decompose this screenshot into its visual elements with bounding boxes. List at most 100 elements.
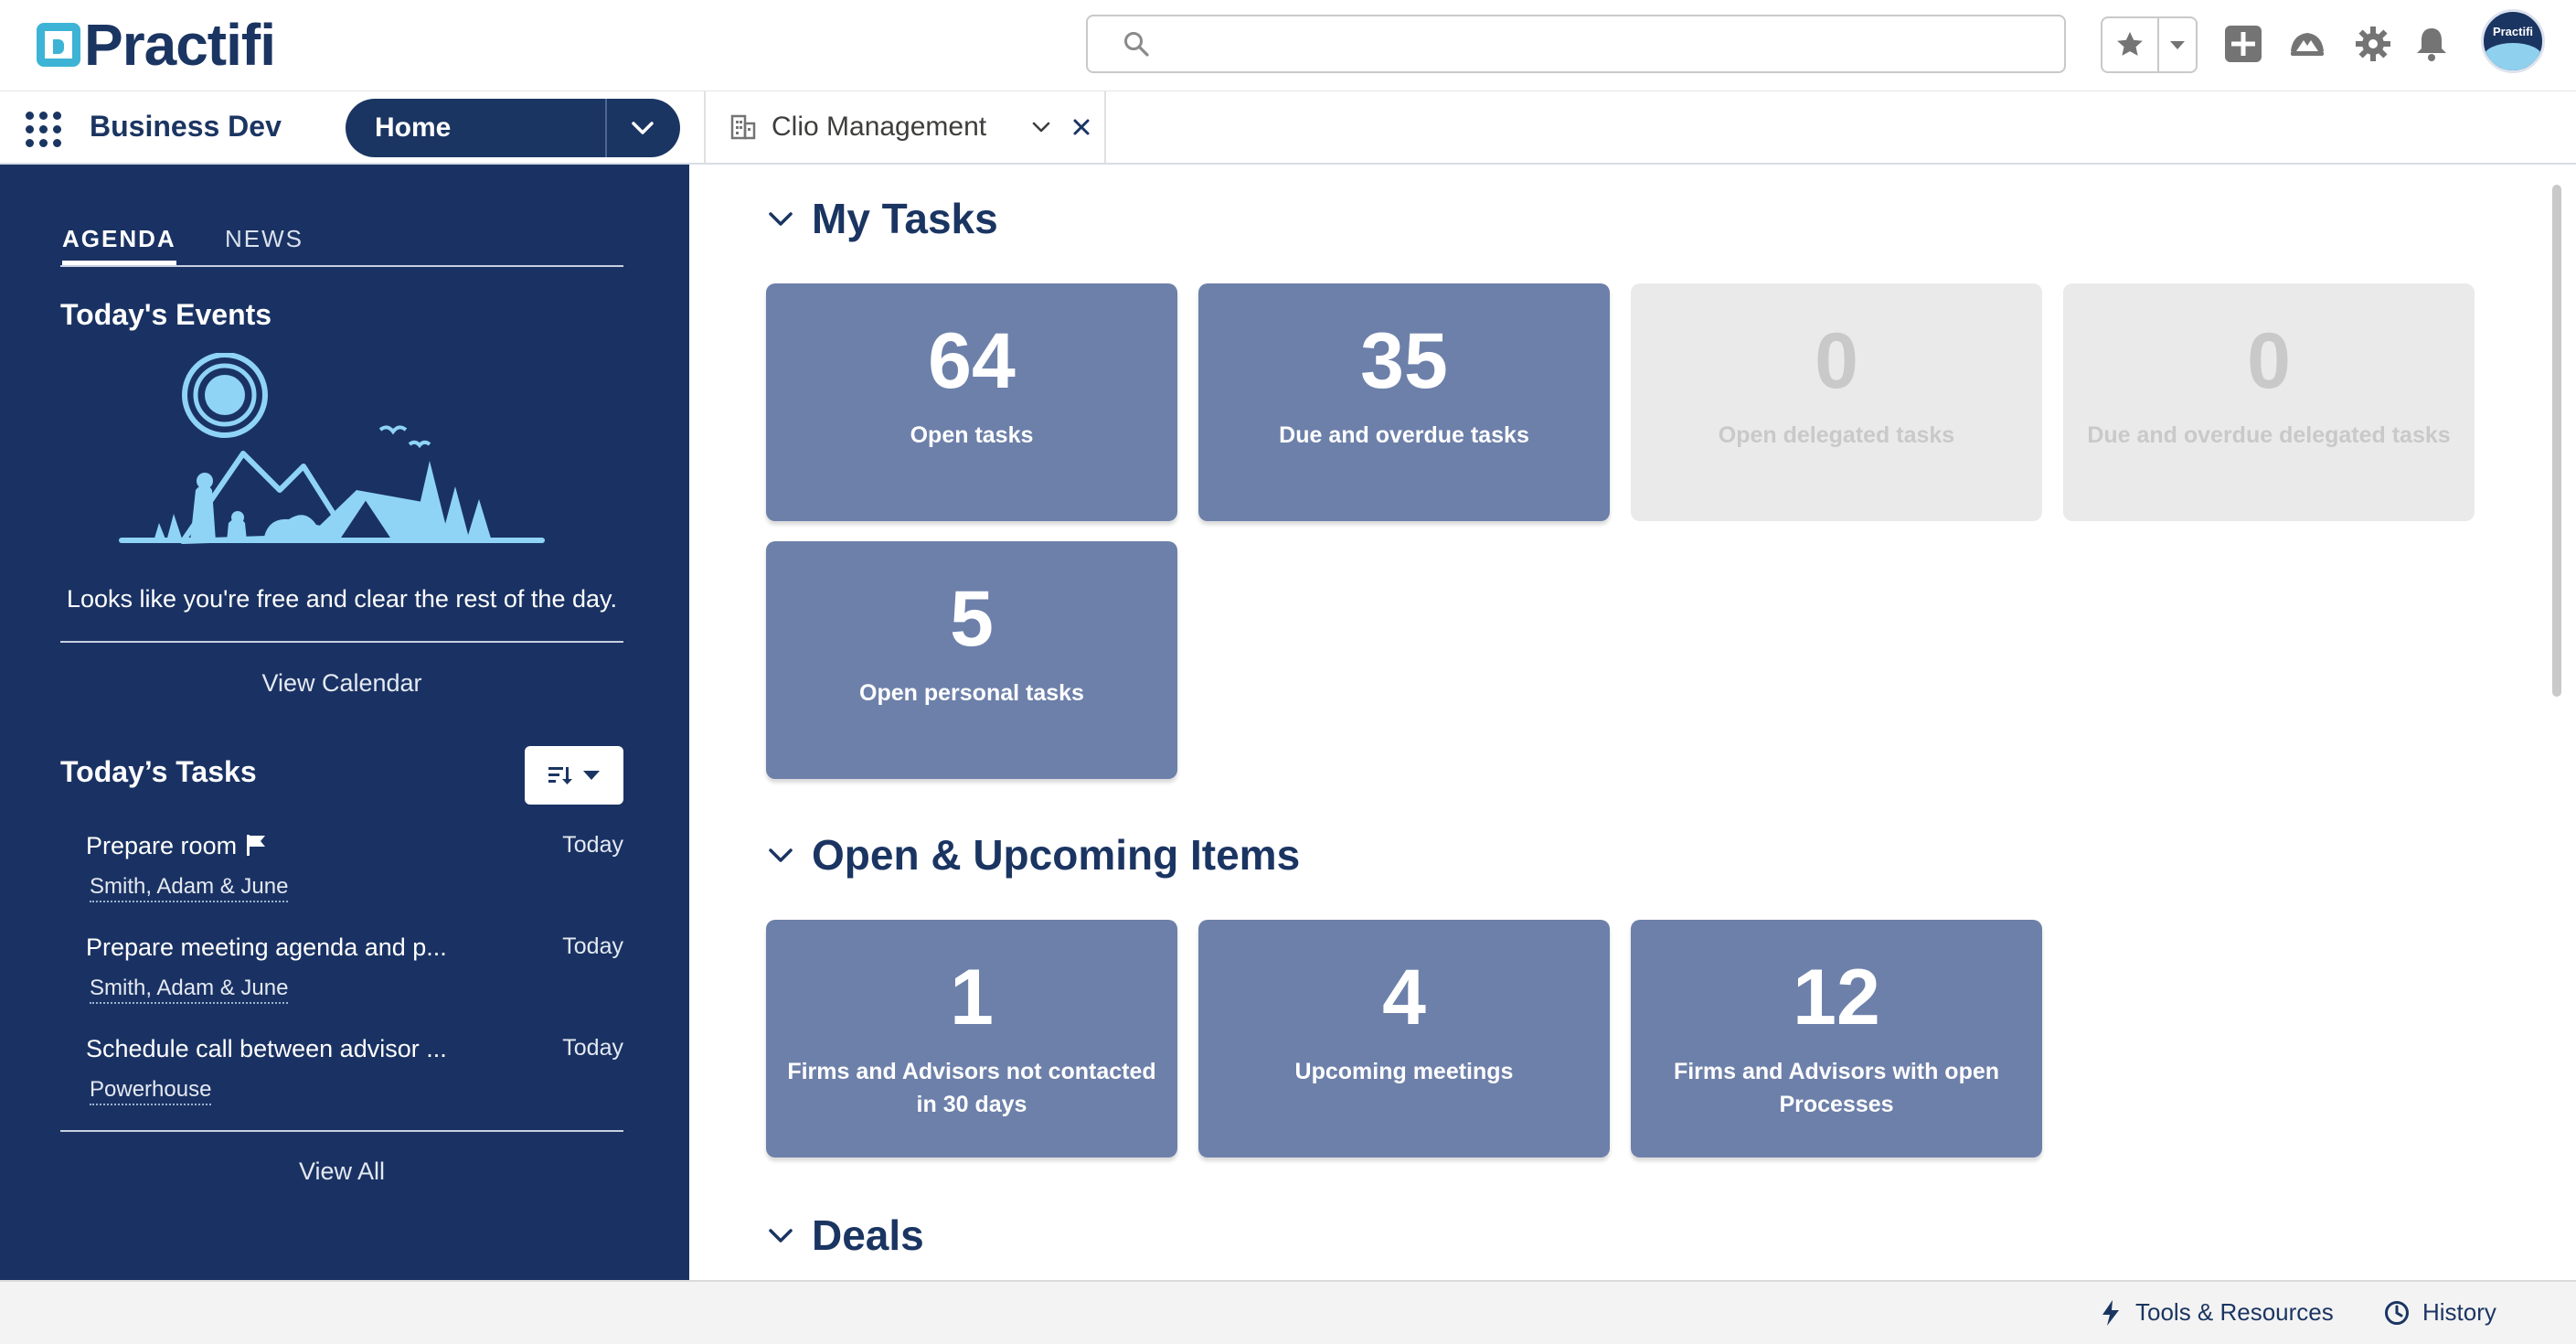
section-deals[interactable]: Deals [766,1211,924,1260]
task-item[interactable]: Prepare meeting agenda and p... Today Sm… [86,933,623,1007]
history-label[interactable]: History [2422,1298,2496,1327]
tile-value: 1 [950,954,994,1041]
task-related-link[interactable]: Smith, Adam & June [90,874,289,902]
search-icon [1124,32,1149,57]
avatar[interactable]: Practifi [2481,9,2545,73]
chevron-down-icon [769,1229,793,1243]
chevron-down-icon [769,212,793,226]
task-related-link[interactable]: Smith, Adam & June [90,976,289,1004]
avatar-wave [2484,43,2542,70]
tile-value: 0 [2247,317,2291,405]
tile-label: Open personal tasks [859,680,1084,706]
tile-value: 12 [1793,954,1880,1041]
tile-due-overdue-delegated-tasks: 0 Due and overdue delegated tasks [2063,283,2475,521]
tile-open-tasks[interactable]: 64 Open tasks [766,283,1177,521]
section-open-upcoming[interactable]: Open & Upcoming Items [766,830,1300,880]
task-item[interactable]: Prepare room Today Smith, Adam & June [86,832,623,905]
todays-tasks-title: Today’s Tasks [60,755,257,788]
gear-icon [2356,27,2390,61]
practifi-logo[interactable]: Practifi [37,16,276,74]
global-search[interactable] [1086,15,2066,73]
task-item[interactable]: Schedule call between advisor ... Today … [86,1035,623,1108]
tab-clio-management[interactable]: Clio Management [704,91,1106,163]
section-title: Deals [812,1211,924,1259]
view-calendar-link[interactable]: View Calendar [60,669,623,698]
chevron-down-icon [2170,41,2185,49]
task-date: Today [562,832,623,858]
section-title: My Tasks [812,195,998,242]
guidance-center-button[interactable] [2287,24,2327,64]
tile-value: 5 [950,575,994,663]
chevron-down-icon [583,771,600,780]
clock-icon [2385,1300,2409,1325]
agenda-panel: AGENDA NEWS Today's Events Looks like yo… [0,165,689,1280]
tab-news[interactable]: NEWS [225,225,303,253]
setup-button[interactable] [2353,24,2393,64]
app-name: Business Dev [90,110,282,143]
favorites-group [2101,16,2198,73]
tile-label: Firms and Advisors not contacted in 30 d… [787,1059,1156,1117]
tab-label[interactable]: Clio Management [772,112,1027,143]
star-icon [2117,31,2143,56]
search-input[interactable] [1088,16,2064,71]
bell-icon [2417,28,2446,61]
task-title[interactable]: Prepare room [86,832,268,860]
tab-agenda[interactable]: AGENDA [62,225,176,265]
task-title[interactable]: Prepare meeting agenda and p... [86,933,447,962]
task-title[interactable]: Schedule call between advisor ... [86,1035,447,1063]
todays-events-title: Today's Events [60,298,272,331]
nav-menu-button[interactable] [605,99,678,157]
app-launcher-button[interactable] [22,108,62,148]
navigation-bar: Business Dev Home Clio Management [0,91,2576,165]
events-empty-message: Looks like you're free and clear the res… [67,585,617,613]
section-my-tasks[interactable]: My Tasks [766,194,998,243]
flag-icon [246,835,265,856]
tile-due-overdue-tasks[interactable]: 35 Due and overdue tasks [1198,283,1610,521]
task-related-link[interactable]: Powerhouse [90,1077,212,1105]
lightning-icon [2102,1299,2119,1326]
tile-value: 35 [1360,317,1448,405]
tile-label: Due and overdue tasks [1279,422,1529,448]
favorites-button[interactable] [2102,18,2159,71]
camping-illustration [119,353,545,544]
tile-upcoming-meetings[interactable]: 4 Upcoming meetings [1198,920,1610,1157]
section-title: Open & Upcoming Items [812,831,1301,879]
close-icon[interactable] [1068,113,1095,141]
chevron-down-icon [769,848,793,862]
global-header: Practifi Practifi [0,0,2576,91]
divider [60,641,623,643]
nav-home-item[interactable]: Home [346,99,680,157]
tools-resources-label[interactable]: Tools & Resources [2135,1298,2334,1327]
tile-not-contacted[interactable]: 1 Firms and Advisors not contacted in 30… [766,920,1177,1157]
scrollbar[interactable] [2552,185,2561,697]
tile-value: 4 [1382,954,1426,1041]
favorites-list-button[interactable] [2159,18,2196,71]
nav-home-label[interactable]: Home [346,112,605,144]
building-icon [730,114,756,140]
divider [60,1130,623,1132]
history-button[interactable]: History [2384,1298,2496,1327]
chevron-down-icon [632,122,654,134]
task-sort-button[interactable] [525,746,623,805]
tools-resources-button[interactable]: Tools & Resources [2099,1298,2334,1327]
utility-bar: Tools & Resources History [0,1280,2576,1344]
task-date: Today [562,933,623,959]
tile-value: 0 [1815,317,1858,405]
tile-open-personal-tasks[interactable]: 5 Open personal tasks [766,541,1177,779]
tile-label: Open tasks [910,422,1034,448]
panel-tabs: AGENDA NEWS [60,225,623,267]
tile-label: Open delegated tasks [1718,422,1955,448]
view-all-link[interactable]: View All [60,1157,623,1186]
tile-open-processes[interactable]: 12 Firms and Advisors with open Processe… [1631,920,2042,1157]
tile-open-delegated-tasks: 0 Open delegated tasks [1631,283,2042,521]
tile-label: Upcoming meetings [1294,1059,1514,1084]
tile-label: Due and overdue delegated tasks [2087,422,2451,448]
trailhead-icon [2291,33,2324,56]
notifications-button[interactable] [2411,24,2452,64]
practifi-logo-mark [37,23,80,67]
main-content: My Tasks 64 Open tasks 35 Due and overdu… [689,165,2576,1280]
global-actions-button[interactable] [2223,24,2263,64]
avatar-text: Practifi [2492,25,2534,38]
add-icon [2225,26,2262,62]
chevron-down-icon[interactable] [1027,113,1055,141]
